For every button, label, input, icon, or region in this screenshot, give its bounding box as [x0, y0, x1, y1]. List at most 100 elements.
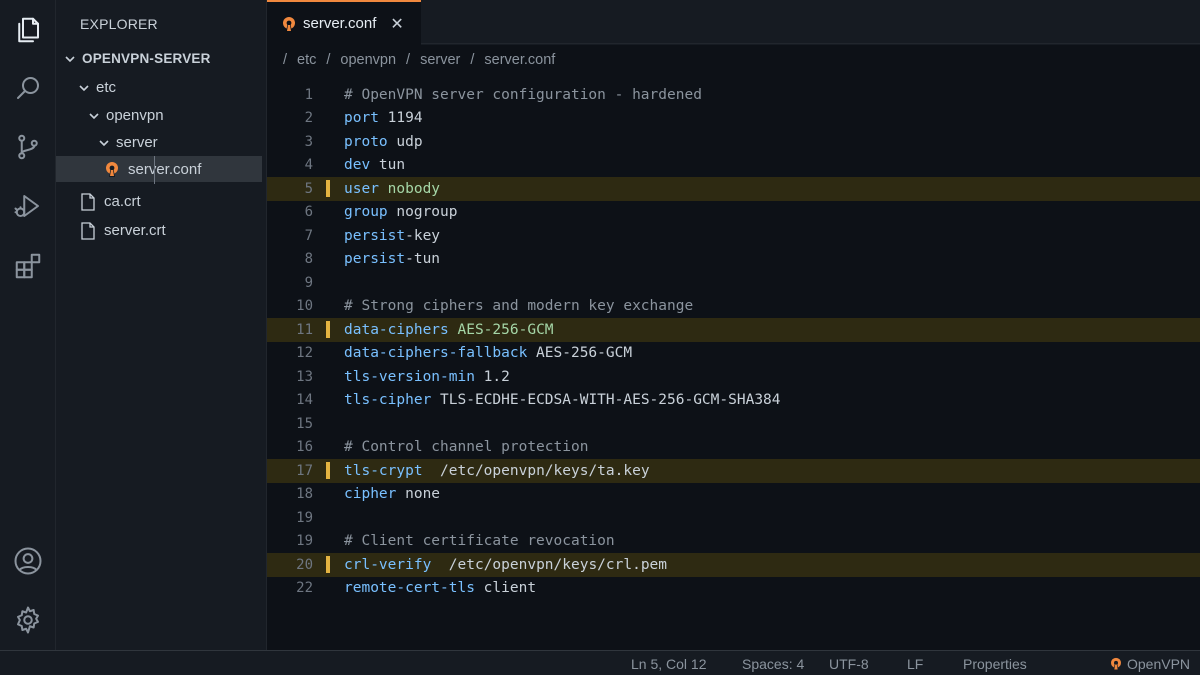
code-line[interactable]: 13 tls-version-min 1.2 [267, 365, 1200, 389]
code-line[interactable]: 6 group nogroup [267, 201, 1200, 225]
indent-guide [154, 156, 155, 184]
line-number: 11 [296, 321, 313, 338]
code-line[interactable]: 8 persist-tun [267, 248, 1200, 272]
explorer-sidebar: EXPLORER OPENVPN-SERVER etc openvpn serv… [56, 0, 267, 650]
account-icon[interactable] [12, 545, 44, 577]
tab-server-conf[interactable]: server.conf ✕ [267, 0, 421, 45]
code-text: group nogroup [344, 204, 458, 220]
code-line[interactable]: 12 data-ciphers-fallback AES-256-GCM [267, 342, 1200, 366]
code-line-highlighted[interactable]: 17 tls-crypt /etc/openvpn/keys/ta.key [267, 459, 1200, 483]
openvpn-icon [1111, 657, 1121, 670]
code-directive: tls-crypt [344, 462, 423, 479]
breadcrumb-item[interactable]: openvpn [340, 52, 396, 68]
tab-label: server.conf [303, 15, 377, 32]
code-value: 1194 [378, 110, 423, 127]
code-text: tls-crypt /etc/openvpn/keys/ta.key [344, 463, 650, 479]
tree-item-label: etc [96, 78, 117, 96]
breadcrumb: / etc / openvpn / server / server.conf [267, 45, 1200, 75]
run-debug-icon[interactable] [12, 190, 44, 222]
settings-gear-icon[interactable] [12, 604, 44, 636]
code-line[interactable]: 14 tls-cipher TLS-ECDHE-ECDSA-WITH-AES-25… [267, 389, 1200, 413]
line-number: 18 [296, 486, 313, 503]
breadcrumb-item[interactable]: etc [297, 52, 316, 68]
tree-item-label: server [116, 133, 158, 151]
line-number: 10 [296, 298, 313, 315]
openvpn-icon [104, 161, 120, 177]
code-directive: persist [344, 251, 406, 268]
language-mode[interactable]: Properties [963, 656, 1027, 672]
openvpn-status-item[interactable]: OpenVPN [1109, 656, 1190, 672]
tree-item-server[interactable]: server [56, 129, 262, 155]
code-line[interactable]: 16 # Control channel protection [267, 436, 1200, 460]
code-line[interactable]: 19 [267, 506, 1200, 530]
breadcrumb-separator: / [470, 52, 475, 68]
code-directive: remote-cert-tls [344, 580, 475, 597]
code-text: data-ciphers-fallback AES-256-GCM [344, 345, 632, 361]
code-line[interactable]: 19 # Client certificate revocation [267, 530, 1200, 554]
code-line[interactable]: 18 cipher none [267, 483, 1200, 507]
code-line-highlighted[interactable]: 11 data-ciphers AES-256-GCM [267, 318, 1200, 342]
tab-bar: server.conf ✕ [267, 0, 1200, 45]
line-number: 3 [304, 133, 313, 150]
project-root[interactable]: OPENVPN-SERVER [56, 45, 262, 71]
tree-item-ca-crt[interactable]: ca.crt [56, 188, 262, 214]
code-line[interactable]: 7 persist-key [267, 224, 1200, 248]
code-line[interactable]: 2 port 1194 [267, 107, 1200, 131]
code-line[interactable]: 1 # OpenVPN server configuration - harden… [267, 83, 1200, 107]
code-text: port 1194 [344, 110, 423, 126]
code-line-highlighted[interactable]: 20 crl-verify /etc/openvpn/keys/crl.pem [267, 553, 1200, 577]
breadcrumb-separator: / [326, 52, 331, 68]
code-directive: tls-cipher [344, 392, 432, 409]
line-number: 8 [304, 251, 313, 268]
source-control-icon[interactable] [12, 131, 44, 163]
tree-item-openvpn[interactable]: openvpn [56, 102, 262, 128]
search-icon[interactable] [12, 72, 44, 104]
line-number: 9 [304, 274, 313, 291]
code-value: nogroup [387, 204, 458, 221]
project-name: OPENVPN-SERVER [82, 50, 211, 66]
code-line[interactable]: 22 remote-cert-tls client [267, 577, 1200, 601]
encoding-status[interactable]: UTF-8 [829, 656, 869, 672]
tree-item-label: openvpn [106, 106, 164, 124]
code-text: data-ciphers AES-256-GCM [344, 322, 554, 338]
tree-item-server-crt[interactable]: server.crt [56, 217, 262, 243]
breadcrumb-item[interactable]: server.conf [484, 52, 555, 68]
breadcrumb-item[interactable]: server [420, 52, 460, 68]
eol-status[interactable]: LF [907, 656, 923, 672]
code-line[interactable]: 4 dev tun [267, 154, 1200, 178]
code-comment: # Client certificate revocation [344, 533, 615, 550]
close-icon[interactable]: ✕ [390, 14, 403, 34]
tree-item-etc[interactable]: etc [56, 74, 262, 100]
code-text: proto udp [344, 134, 423, 150]
code-directive: proto [344, 133, 388, 150]
indentation-status[interactable]: Spaces: 4 [742, 656, 804, 672]
cursor-position[interactable]: Ln 5, Col 12 [631, 656, 707, 672]
code-line[interactable]: 3 proto udp [267, 130, 1200, 154]
code-line[interactable]: 15 [267, 412, 1200, 436]
explorer-icon[interactable] [12, 14, 44, 46]
code-comment: # Control channel protection [344, 439, 589, 456]
code-line[interactable]: 10 # Strong ciphers and modern key exchan… [267, 295, 1200, 319]
code-directive: data-ciphers [344, 321, 449, 338]
code-value: AES-256-GCM [527, 345, 633, 362]
line-number: 12 [296, 345, 313, 362]
line-number: 20 [296, 556, 313, 573]
code-directive: cipher [344, 486, 397, 503]
code-directive: group [344, 204, 388, 221]
code-text: remote-cert-tls client [344, 580, 536, 596]
extensions-icon[interactable] [12, 250, 44, 282]
line-number: 4 [304, 157, 313, 174]
code-value: udp [387, 133, 423, 150]
code-text: tls-version-min 1.2 [344, 369, 510, 385]
code-value: 1.2 [474, 368, 510, 385]
activity-bar [0, 0, 56, 650]
code-text: cipher none [344, 486, 440, 502]
code-comment: # Strong ciphers and modern key exchange [344, 298, 694, 315]
chevron-down-icon [64, 52, 76, 64]
code-text: # OpenVPN server configuration - hardene… [344, 87, 702, 103]
tree-item-server-conf[interactable]: server.conf [56, 156, 262, 182]
code-value: -tun [405, 251, 441, 268]
code-line-highlighted[interactable]: 5 user nobody [267, 177, 1200, 201]
code-line[interactable]: 9 [267, 271, 1200, 295]
code-editor[interactable]: 1 # OpenVPN server configuration - harden… [267, 75, 1200, 650]
